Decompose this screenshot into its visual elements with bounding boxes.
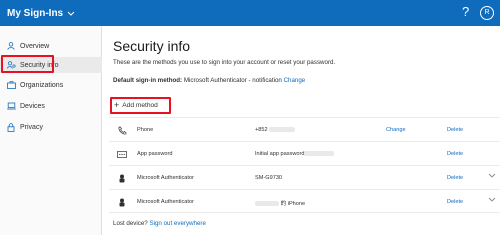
default-sign-in-method: Default sign-in method: Microsoft Authen… (113, 77, 305, 84)
authenticator-icon (117, 173, 127, 183)
method-row-authenticator: Microsoft Authenticator 的 iPhone Delete (109, 189, 500, 213)
method-name: Phone (137, 127, 154, 133)
method-detail: Initial app password (255, 151, 335, 157)
app-password-name: Initial app password (255, 151, 305, 157)
delete-link[interactable]: Delete (447, 175, 463, 181)
sidebar-item-privacy[interactable]: Privacy (0, 119, 102, 135)
redacted-value (304, 151, 335, 157)
device-name: 的 iPhone (280, 201, 306, 207)
app-switcher[interactable]: My Sign-Ins (7, 8, 75, 19)
method-row-phone: Phone +852 Change Delete (109, 117, 500, 141)
lost-device-label: Lost device? (113, 220, 148, 227)
sidebar-item-overview[interactable]: Overview (0, 38, 102, 54)
method-detail: SM-G9730 (255, 175, 283, 181)
sidebar-item-label: Organizations (20, 81, 64, 89)
person-icon (4, 42, 18, 50)
delete-link[interactable]: Delete (447, 199, 463, 205)
redacted-value (269, 127, 296, 133)
method-name: Microsoft Authenticator (137, 175, 194, 181)
phone-number-prefix: +852 (255, 127, 268, 133)
method-name: App password (137, 151, 173, 157)
change-link[interactable]: Change (386, 127, 406, 133)
method-row-authenticator: Microsoft Authenticator SM-G9730 Delete (109, 165, 500, 189)
sign-out-everywhere-link[interactable]: Sign out everywhere (149, 220, 205, 227)
avatar[interactable]: R (480, 6, 494, 20)
sidebar-item-devices[interactable]: Devices (0, 98, 102, 114)
sidebar-item-label: Overview (20, 42, 50, 50)
laptop-icon (4, 102, 18, 110)
main-content: Security info These are the methods you … (103, 26, 500, 235)
lost-device: Lost device? Sign out everywhere (113, 220, 206, 227)
top-bar: My Sign-Ins ? R (0, 0, 500, 26)
method-detail: +852 (255, 127, 296, 133)
page-subtitle: These are the methods you use to sign in… (113, 59, 336, 66)
method-row-app-password: App password Initial app password Delete (109, 141, 500, 165)
methods-list: Phone +852 Change Delete App password In… (109, 117, 500, 213)
page-title: Security info (113, 38, 191, 54)
method-name: Microsoft Authenticator (137, 199, 194, 205)
highlight-security-info (1, 55, 54, 73)
method-detail: 的 iPhone (255, 199, 305, 207)
authenticator-icon (117, 197, 127, 207)
chevron-down-icon (67, 8, 75, 19)
app-title: My Sign-Ins (7, 7, 64, 19)
briefcase-icon (4, 81, 18, 89)
sidebar-item-label: Privacy (20, 123, 43, 131)
change-default-link[interactable]: Change (284, 77, 306, 84)
chevron-down-icon[interactable] (488, 197, 496, 204)
highlight-add-method (110, 97, 171, 114)
password-icon (117, 149, 127, 159)
default-method-label: Default sign-in method: (113, 77, 183, 84)
delete-link[interactable]: Delete (447, 151, 463, 157)
lock-icon (4, 122, 18, 132)
sidebar-item-organizations[interactable]: Organizations (0, 77, 102, 93)
phone-icon (117, 125, 127, 135)
delete-link[interactable]: Delete (447, 127, 463, 133)
chevron-down-icon[interactable] (488, 173, 496, 180)
help-icon[interactable]: ? (462, 5, 469, 19)
default-method-value: Microsoft Authenticator - notification (183, 77, 282, 84)
redacted-value (255, 201, 279, 207)
sidebar-item-label: Devices (20, 102, 45, 110)
